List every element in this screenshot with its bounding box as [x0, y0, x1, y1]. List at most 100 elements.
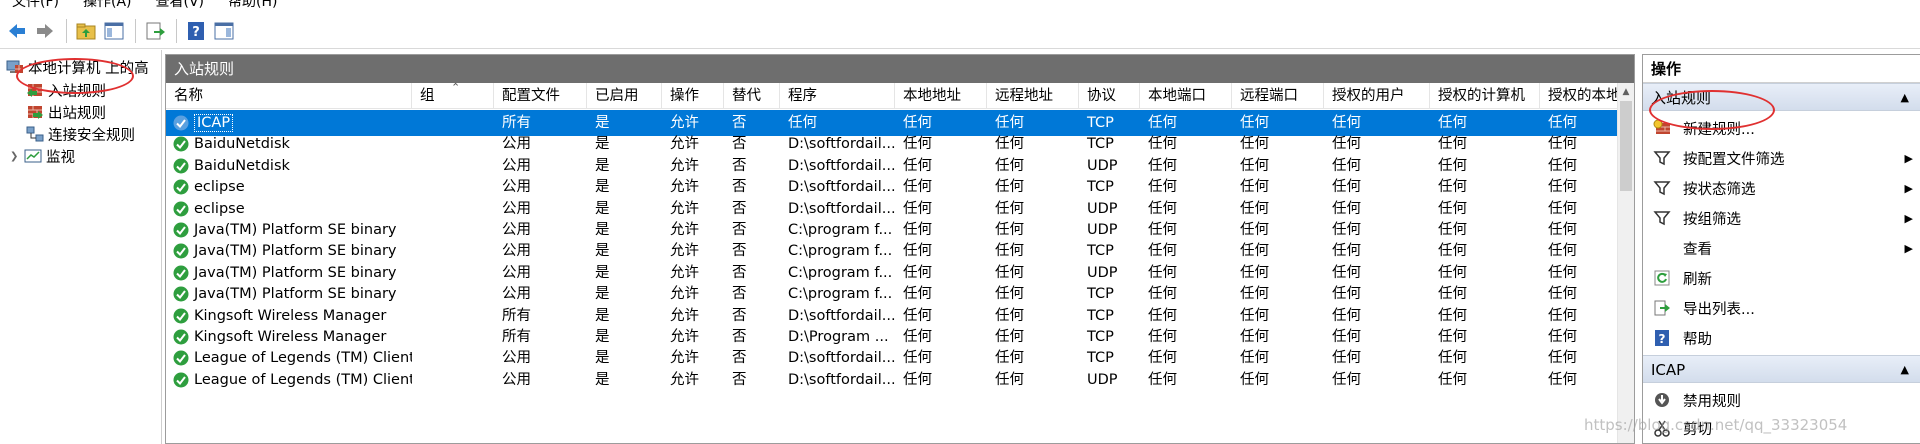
outbound-rules-icon — [28, 106, 43, 119]
vertical-scrollbar[interactable]: ▲ — [1617, 83, 1634, 443]
column-header-override[interactable]: 替代 — [724, 83, 780, 109]
actions-title: 操作 — [1643, 55, 1920, 83]
rule-name: League of Legends (TM) Client — [194, 371, 412, 388]
tree-item-label: 连接安全规则 — [48, 127, 135, 144]
enabled-check-icon — [173, 372, 189, 388]
column-header-protocol[interactable]: 协议 — [1079, 83, 1140, 109]
cell-authorized-computers: 任何 — [1438, 371, 1467, 388]
rule-name: eclipse — [194, 179, 245, 196]
column-header-authorized-computers[interactable]: 授权的计算机 — [1430, 83, 1540, 109]
export-list-button[interactable] — [142, 18, 168, 44]
tree-root[interactable]: 本地计算机 上的高 — [6, 56, 149, 78]
enabled-check-icon — [173, 222, 189, 238]
toolbar: ? — [0, 13, 1920, 49]
column-header-program[interactable]: 程序 — [780, 83, 895, 109]
tree-item-monitoring[interactable]: ❯ 监视 — [10, 145, 75, 167]
scroll-up-icon[interactable]: ▲ — [1618, 83, 1634, 100]
enabled-check-icon — [173, 158, 189, 174]
show-hide-action-pane-button[interactable] — [211, 18, 237, 44]
menu-action[interactable]: 操作(A) — [71, 0, 144, 13]
section-label: 入站规则 — [1651, 89, 1712, 107]
action-new-rule[interactable]: 新建规则... — [1643, 113, 1920, 143]
column-header-remote-port[interactable]: 远程端口 — [1232, 83, 1324, 109]
forward-button[interactable] — [32, 18, 58, 44]
svg-text:?: ? — [1659, 332, 1666, 346]
menu-view[interactable]: 查看(V) — [144, 0, 217, 13]
show-hide-action-pane-icon — [214, 22, 234, 39]
toolbar-separator — [176, 18, 177, 43]
submenu-arrow-icon: ▶ — [1904, 241, 1913, 255]
new-rule-icon — [1653, 119, 1670, 134]
sort-ascending-icon: ⌃ — [451, 81, 461, 94]
action-filter-by-state[interactable]: 按状态筛选 ▶ — [1643, 173, 1920, 203]
column-header-name[interactable]: 名称 — [166, 83, 412, 109]
rule-name: Java(TM) Platform SE binary — [194, 286, 397, 303]
cell-authorized-local: 任何 — [1548, 371, 1577, 388]
rule-name: BaiduNetdisk — [194, 157, 290, 174]
cell-action: 允许 — [670, 371, 699, 388]
action-disable-rule[interactable]: 禁用规则 — [1643, 385, 1920, 415]
tree-item-connection-security-rules[interactable]: 连接安全规则 — [26, 123, 135, 145]
enabled-check-icon — [173, 201, 189, 217]
action-view[interactable]: 查看 ▶ — [1643, 233, 1920, 263]
help-icon: ? — [1655, 330, 1669, 346]
collapse-up-icon[interactable]: ▲ — [1901, 84, 1909, 112]
column-header-authorized-users[interactable]: 授权的用户 — [1324, 83, 1430, 109]
tree-root-label: 本地计算机 上的高 — [28, 60, 149, 77]
enabled-check-icon — [173, 115, 189, 131]
cell-remote-address: 任何 — [995, 371, 1024, 388]
action-export-list[interactable]: 导出列表... — [1643, 293, 1920, 323]
section-selected-rule[interactable]: ICAP ▲ — [1643, 355, 1920, 383]
filter-icon — [1653, 181, 1671, 196]
tree-item-label: 监视 — [46, 149, 75, 166]
table-row[interactable]: League of Legends (TM) Client 公用 是 允许 否 D:\so… — [166, 367, 1618, 393]
enabled-check-icon — [173, 243, 189, 259]
cell-group — [412, 367, 494, 393]
submenu-arrow-icon: ▶ — [1904, 151, 1913, 165]
up-one-level-button[interactable] — [73, 18, 99, 44]
help-button[interactable]: ? — [183, 18, 209, 44]
rule-name: Java(TM) Platform SE binary — [194, 264, 397, 281]
column-header-enabled[interactable]: 已启用 — [587, 83, 662, 109]
rule-name: eclipse — [194, 200, 245, 217]
action-label: 按状态筛选 — [1683, 181, 1756, 198]
rule-name: ICAP — [194, 114, 234, 132]
column-header-authorized-local[interactable]: 授权的本地 — [1540, 83, 1618, 109]
cell-local-address: 任何 — [903, 371, 932, 388]
action-filter-by-group[interactable]: 按组筛选 ▶ — [1643, 203, 1920, 233]
section-inbound-rules[interactable]: 入站规则 ▲ — [1643, 83, 1920, 111]
column-header-profile[interactable]: 配置文件 — [494, 83, 587, 109]
cell-name: League of Legends (TM) Client — [166, 367, 412, 393]
column-header-local-port[interactable]: 本地端口 — [1140, 83, 1232, 109]
cell-enabled: 是 — [595, 371, 610, 388]
console-tree: 本地计算机 上的高 入站规则 出站规则 连接安全规则 ❯ 监视 — [0, 50, 162, 444]
menu-file[interactable]: 文件(F) — [0, 0, 71, 13]
action-refresh[interactable]: 刷新 — [1643, 263, 1920, 293]
column-header-local-address[interactable]: 本地地址 — [895, 83, 987, 109]
show-hide-tree-icon — [104, 22, 124, 39]
rule-name: Java(TM) Platform SE binary — [194, 243, 397, 260]
cell-override: 否 — [732, 371, 747, 388]
action-label: 帮助 — [1683, 331, 1712, 348]
actions-pane: 操作 入站规则 ▲ 新建规则... 按配置文件筛选 ▶ 按状态筛选 ▶ 按组筛选… — [1642, 54, 1920, 444]
scrollbar-thumb[interactable] — [1620, 101, 1632, 191]
column-header-action[interactable]: 操作 — [662, 83, 724, 109]
enabled-check-icon — [173, 286, 189, 302]
action-label: 禁用规则 — [1683, 393, 1741, 410]
chevron-right-icon[interactable]: ❯ — [10, 151, 24, 162]
menu-help[interactable]: 帮助(H) — [216, 0, 289, 13]
watermark: https://blog.csdn.net/qq_33323054 — [1584, 416, 1848, 434]
action-help[interactable]: ? 帮助 — [1643, 323, 1920, 353]
show-hide-tree-button[interactable] — [101, 18, 127, 44]
tree-item-outbound-rules[interactable]: 出站规则 — [26, 101, 106, 123]
inbound-rules-icon — [27, 84, 42, 97]
collapse-up-icon[interactable]: ▲ — [1901, 356, 1909, 384]
tree-item-inbound-rules[interactable]: 入站规则 — [26, 79, 106, 101]
column-header-remote-address[interactable]: 远程地址 — [987, 83, 1079, 109]
filter-icon — [1653, 211, 1671, 226]
forward-arrow-icon — [37, 23, 53, 38]
svg-text:?: ? — [192, 25, 200, 40]
action-filter-by-profile[interactable]: 按配置文件筛选 ▶ — [1643, 143, 1920, 173]
cell-program: D:\softfordail... — [788, 371, 895, 388]
back-button[interactable] — [4, 18, 30, 44]
